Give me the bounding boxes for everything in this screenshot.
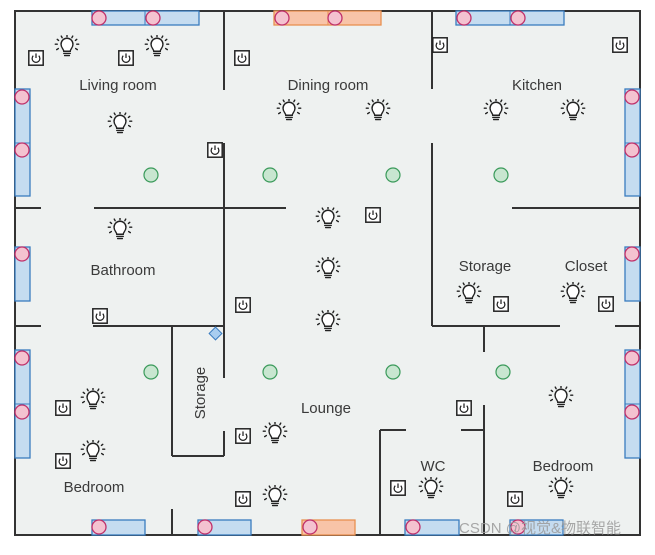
label-bathroom: Bathroom — [90, 262, 155, 279]
pink-window-sensor — [624, 246, 640, 262]
green-sensor-dot — [262, 364, 278, 380]
pink-window-sensor — [91, 519, 107, 535]
pink-window-sensor — [624, 89, 640, 105]
label-living-room: Living room — [79, 77, 157, 94]
window — [624, 88, 641, 197]
power-switch-icon — [432, 37, 448, 53]
green-sensor-dot — [262, 167, 278, 183]
pink-window-sensor — [14, 350, 30, 366]
pink-window-sensor — [14, 142, 30, 158]
pink-window-sensor — [302, 519, 318, 535]
label-wc: WC — [421, 458, 446, 475]
power-switch-icon — [28, 50, 44, 66]
power-switch-icon — [55, 453, 71, 469]
pink-window-sensor — [14, 404, 30, 420]
label-storage-left: Storage — [192, 367, 209, 420]
pink-window-sensor — [327, 10, 343, 26]
label-dining-room: Dining room — [288, 77, 369, 94]
window — [455, 10, 565, 26]
window — [404, 519, 460, 536]
pink-window-sensor — [274, 10, 290, 26]
power-switch-icon — [598, 296, 614, 312]
green-sensor-dot — [493, 167, 509, 183]
green-sensor-dot — [143, 167, 159, 183]
pink-window-sensor — [197, 519, 213, 535]
window — [197, 519, 252, 536]
green-sensor-dot — [143, 364, 159, 380]
power-switch-icon — [55, 400, 71, 416]
power-switch-icon — [207, 142, 223, 158]
power-switch-icon — [118, 50, 134, 66]
window — [91, 10, 200, 26]
power-switch-icon — [235, 428, 251, 444]
power-switch-icon — [456, 400, 472, 416]
pink-window-sensor — [624, 404, 640, 420]
green-sensor-dot — [385, 167, 401, 183]
window — [624, 349, 641, 459]
window — [624, 246, 641, 302]
pink-window-sensor — [624, 142, 640, 158]
power-switch-icon — [235, 297, 251, 313]
window — [14, 88, 31, 197]
pink-window-sensor — [624, 350, 640, 366]
label-bedroom-left: Bedroom — [64, 479, 125, 496]
pink-window-sensor — [14, 246, 30, 262]
power-switch-icon — [235, 491, 251, 507]
pink-window-sensor — [405, 519, 421, 535]
green-sensor-dot — [495, 364, 511, 380]
window — [14, 246, 31, 302]
label-closet: Closet — [565, 258, 608, 275]
floor-plan: Living room Dining room Kitchen Bathroom… — [14, 10, 641, 537]
power-switch-icon — [493, 296, 509, 312]
power-switch-icon — [612, 37, 628, 53]
door — [301, 519, 356, 536]
power-switch-icon — [234, 50, 250, 66]
label-bedroom-right: Bedroom — [533, 458, 594, 475]
pink-window-sensor — [14, 89, 30, 105]
pink-window-sensor — [91, 10, 107, 26]
green-sensor-dot — [385, 364, 401, 380]
label-lounge: Lounge — [301, 400, 351, 417]
label-storage-right: Storage — [459, 258, 512, 275]
pink-window-sensor — [145, 10, 161, 26]
pink-window-sensor — [456, 10, 472, 26]
pink-window-sensor — [510, 10, 526, 26]
power-switch-icon — [507, 491, 523, 507]
watermark: CSDN @视觉&物联智能 — [459, 519, 621, 537]
label-kitchen: Kitchen — [512, 77, 562, 94]
power-switch-icon — [365, 207, 381, 223]
power-switch-icon — [390, 480, 406, 496]
power-switch-icon — [92, 308, 108, 324]
window — [14, 349, 31, 459]
door — [273, 10, 382, 26]
window — [91, 519, 146, 536]
